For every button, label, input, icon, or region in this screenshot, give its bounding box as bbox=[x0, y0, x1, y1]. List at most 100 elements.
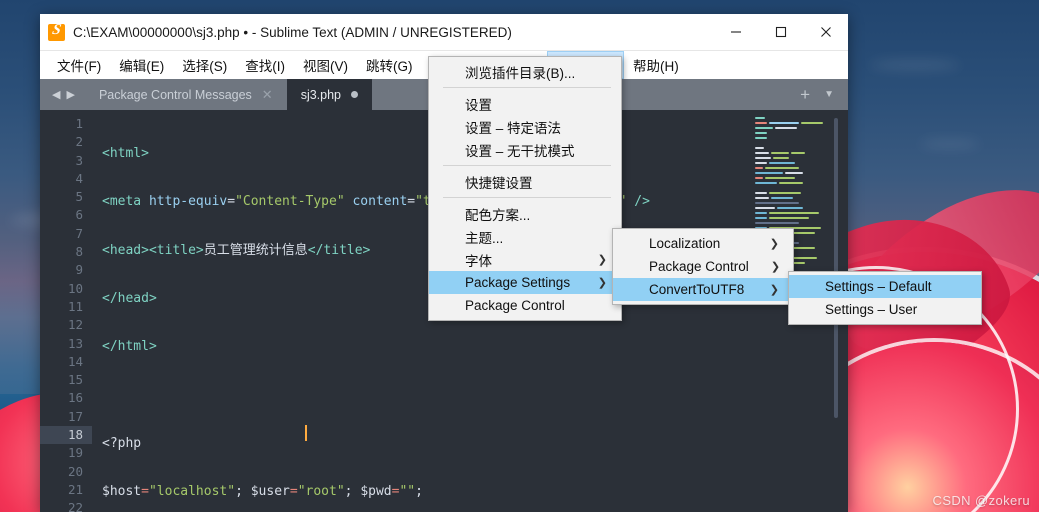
csdn-watermark: CSDN @zokeru bbox=[932, 493, 1030, 508]
code-line: $host="localhost"; $user="root"; $pwd=""… bbox=[102, 484, 423, 500]
line-number: 9 bbox=[75, 262, 83, 278]
line-number: 21 bbox=[67, 481, 83, 497]
tab-label: sj3.php bbox=[300, 87, 342, 102]
line-number: 3 bbox=[75, 152, 83, 168]
submenu-item-settings-user[interactable]: Settings – User bbox=[789, 298, 981, 321]
converttoutf8-submenu[interactable]: Settings – Default Settings – User bbox=[788, 271, 982, 325]
preferences-menu[interactable]: 浏览插件目录(B)... 设置 设置 – 特定语法 设置 – 无干扰模式 快捷键… bbox=[428, 56, 622, 321]
menu-selection[interactable]: 选择(S) bbox=[173, 51, 236, 79]
minimap-row bbox=[752, 221, 840, 225]
minimap-row bbox=[752, 181, 840, 185]
plus-icon[interactable]: + bbox=[800, 86, 810, 103]
arrow-left-icon[interactable]: ◀ bbox=[52, 88, 60, 101]
line-number: 7 bbox=[75, 225, 83, 241]
menu-item-label: Settings – User bbox=[825, 302, 918, 317]
line-number: 8 bbox=[75, 244, 83, 260]
chevron-down-icon[interactable]: ▼ bbox=[824, 89, 834, 100]
arrow-right-icon[interactable]: ▶ bbox=[66, 88, 74, 101]
menu-separator bbox=[443, 197, 611, 198]
line-number: 2 bbox=[75, 134, 83, 150]
minimap-row bbox=[752, 176, 840, 180]
menu-edit[interactable]: 编辑(E) bbox=[110, 51, 173, 79]
menu-item-label: 配色方案... bbox=[465, 207, 531, 223]
line-number: 1 bbox=[75, 116, 83, 131]
menu-item-color-scheme[interactable]: 配色方案... bbox=[429, 202, 621, 225]
minimap-row bbox=[752, 136, 840, 140]
menu-item-label: 快捷键设置 bbox=[465, 175, 533, 191]
menu-item-label: 主题... bbox=[465, 230, 504, 246]
menu-separator bbox=[443, 165, 611, 166]
minimap-scrollbar[interactable] bbox=[834, 118, 838, 418]
cloud-decoration bbox=[920, 140, 980, 148]
line-number: 4 bbox=[75, 170, 83, 186]
package-settings-submenu[interactable]: Localization ❯ Package Control ❯ Convert… bbox=[612, 228, 794, 305]
menu-goto[interactable]: 跳转(G) bbox=[357, 51, 422, 79]
submenu-item-settings-default[interactable]: Settings – Default bbox=[789, 275, 981, 298]
line-number-gutter: 1 2 3 4 5 6 7 8 9 10 11 12 13 14 15 16 1… bbox=[40, 110, 92, 512]
minimap-row bbox=[752, 116, 840, 120]
submenu-item-localization[interactable]: Localization ❯ bbox=[613, 232, 793, 255]
line-number: 19 bbox=[67, 445, 83, 461]
minimap-row bbox=[752, 206, 840, 210]
minimap-row bbox=[752, 166, 840, 170]
line-number: 11 bbox=[67, 298, 83, 314]
menu-item-package-settings[interactable]: Package Settings ❯ bbox=[429, 271, 621, 294]
line-number: 5 bbox=[75, 189, 83, 205]
chevron-right-icon: ❯ bbox=[769, 284, 779, 296]
minimap-row bbox=[752, 126, 840, 130]
menu-item-label: 设置 – 无干扰模式 bbox=[465, 143, 575, 159]
cloud-decoration bbox=[870, 60, 960, 70]
minimap-row bbox=[752, 141, 840, 145]
menu-item-label: Settings – Default bbox=[825, 279, 932, 294]
menu-item-label: 设置 bbox=[465, 97, 492, 113]
line-number: 16 bbox=[67, 390, 83, 406]
line-number: 17 bbox=[67, 408, 83, 424]
close-icon[interactable]: ✕ bbox=[262, 87, 273, 103]
menu-item-key-bindings[interactable]: 快捷键设置 bbox=[429, 170, 621, 193]
unsaved-dot-icon bbox=[351, 91, 359, 98]
menu-item-package-control[interactable]: Package Control bbox=[429, 294, 621, 317]
menu-find[interactable]: 查找(I) bbox=[236, 51, 294, 79]
line-number: 14 bbox=[67, 353, 83, 369]
menu-item-theme[interactable]: 主题... bbox=[429, 225, 621, 248]
minimize-button[interactable] bbox=[713, 14, 758, 50]
menu-help[interactable]: 帮助(H) bbox=[624, 51, 688, 79]
sublime-text-logo-icon bbox=[48, 23, 65, 41]
menu-item-label: 浏览插件目录(B)... bbox=[465, 65, 576, 81]
close-button[interactable] bbox=[803, 14, 848, 50]
maximize-button[interactable] bbox=[758, 14, 803, 50]
menu-item-settings[interactable]: 设置 bbox=[429, 92, 621, 115]
chevron-right-icon: ❯ bbox=[769, 238, 779, 250]
minimap-row bbox=[752, 171, 840, 175]
menu-item-label: ConvertToUTF8 bbox=[649, 282, 745, 297]
menu-item-label: 字体 bbox=[465, 253, 492, 269]
tab-label: Package Control Messages bbox=[98, 87, 252, 102]
minimap-row bbox=[752, 211, 840, 215]
minimap-row bbox=[752, 186, 840, 190]
minimap-row bbox=[752, 216, 840, 220]
title-bar: C:\EXAM\00000000\sj3.php • - Sublime Tex… bbox=[40, 14, 848, 51]
minimap-row bbox=[752, 156, 840, 160]
line-number: 22 bbox=[67, 500, 83, 512]
submenu-item-package-control[interactable]: Package Control ❯ bbox=[613, 255, 793, 278]
minimap-row bbox=[752, 191, 840, 195]
line-number: 15 bbox=[67, 372, 83, 388]
tab-package-control-messages[interactable]: Package Control Messages ✕ bbox=[84, 79, 287, 110]
menu-file[interactable]: 文件(F) bbox=[48, 51, 110, 79]
window-title: C:\EXAM\00000000\sj3.php • - Sublime Tex… bbox=[73, 24, 512, 40]
line-number: 10 bbox=[67, 280, 83, 296]
menu-separator bbox=[443, 87, 611, 88]
submenu-item-converttoutf8[interactable]: ConvertToUTF8 ❯ bbox=[613, 278, 793, 301]
tab-bar-actions: + ▼ bbox=[786, 79, 848, 110]
chevron-right-icon: ❯ bbox=[597, 277, 607, 289]
minimap-row bbox=[752, 121, 840, 125]
tab-sj3-php[interactable]: sj3.php bbox=[286, 79, 373, 110]
minimap-row bbox=[752, 131, 840, 135]
menu-item-font[interactable]: 字体 ❯ bbox=[429, 248, 621, 271]
menu-item-settings-distraction-free[interactable]: 设置 – 无干扰模式 bbox=[429, 138, 621, 161]
menu-item-settings-syntax-specific[interactable]: 设置 – 特定语法 bbox=[429, 115, 621, 138]
menu-item-browse-packages[interactable]: 浏览插件目录(B)... bbox=[429, 60, 621, 83]
minimap-row bbox=[752, 161, 840, 165]
menu-view[interactable]: 视图(V) bbox=[294, 51, 357, 79]
chevron-right-icon: ❯ bbox=[597, 254, 607, 266]
